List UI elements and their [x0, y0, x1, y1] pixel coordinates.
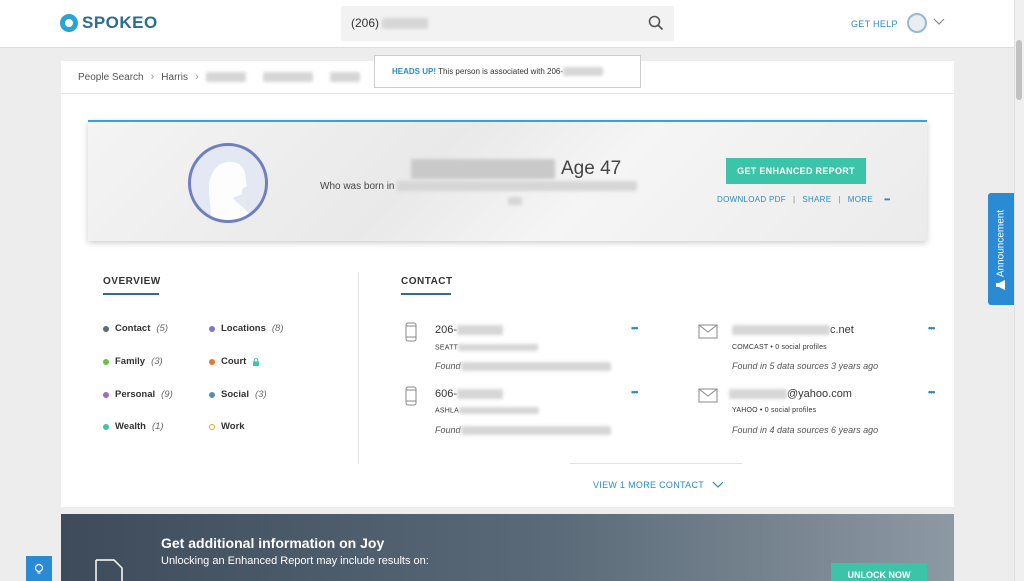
breadcrumb-redacted	[262, 72, 313, 82]
download-pdf-link[interactable]: DOWNLOAD PDF	[717, 195, 786, 204]
overview-court[interactable]: Court	[209, 356, 260, 367]
breadcrumb-redacted	[205, 72, 246, 82]
email-address: c.net	[732, 324, 854, 336]
banner-title: Get additional information on Joy	[161, 535, 385, 551]
profile-photo	[188, 143, 268, 223]
share-link[interactable]: SHARE	[802, 195, 831, 204]
view-more-contact-button[interactable]: VIEW 1 MORE CONTACT	[593, 480, 724, 490]
contact-title: CONTACT	[401, 276, 453, 287]
phone-number: 606-	[435, 388, 504, 400]
unlock-now-button[interactable]: UNLOCK NOW	[831, 563, 927, 581]
logo-icon	[60, 14, 78, 32]
overview-family[interactable]: Family (3)	[103, 356, 163, 367]
phone-location: SEATT	[435, 344, 539, 351]
contact-dot-icon	[103, 325, 109, 332]
email-icon	[698, 324, 718, 339]
more-link[interactable]: MORE	[848, 195, 873, 204]
search-icon[interactable]	[648, 15, 664, 31]
email-icon	[698, 388, 718, 403]
announcement-label: Announcement	[995, 209, 1007, 278]
lightbulb-button[interactable]	[26, 556, 52, 581]
divider	[570, 463, 742, 464]
search-value: (206)	[351, 16, 429, 30]
overview-title: OVERVIEW	[103, 276, 161, 287]
banner-subtitle: Unlocking an Enhanced Report may include…	[161, 555, 429, 567]
megaphone-icon	[996, 280, 1005, 290]
chevron-right-icon: ›	[194, 71, 199, 83]
who-born-text: Who was born in	[320, 181, 638, 207]
lock-icon	[253, 357, 260, 366]
separator: |	[838, 195, 841, 204]
overview-underline	[103, 293, 159, 295]
breadcrumb-people-search[interactable]: People Search	[78, 72, 144, 83]
announcement-tab[interactable]: Announcement	[988, 193, 1014, 305]
email-provider: COMCAST • 0 social profiles	[732, 344, 827, 351]
phone-icon	[405, 322, 417, 342]
lightbulb-icon	[34, 563, 44, 574]
overview-social[interactable]: Social (3)	[209, 389, 267, 400]
heads-up-text: This person is associated with 206-	[436, 67, 564, 76]
overview-wealth[interactable]: Wealth (1)	[103, 421, 164, 432]
more-dots-icon[interactable]: •••	[631, 387, 639, 397]
more-dots-icon[interactable]: •••	[928, 387, 936, 397]
heads-up-tooltip: HEADS UP! This person is associated with…	[374, 55, 641, 88]
court-dot-icon	[209, 358, 215, 365]
scrollbar-thumb[interactable]	[1016, 40, 1022, 100]
chevron-down-icon[interactable]	[933, 15, 945, 27]
view-more-label: VIEW 1 MORE CONTACT	[593, 480, 705, 490]
logo-text: SPOKEO	[82, 13, 158, 32]
column-divider	[358, 272, 359, 464]
breadcrumb-redacted	[329, 72, 360, 82]
profile-actions: DOWNLOAD PDF | SHARE | MORE •••	[717, 195, 890, 204]
phone-found: Found	[435, 425, 611, 436]
document-icon	[95, 559, 123, 581]
separator: |	[792, 195, 796, 204]
get-enhanced-report-button[interactable]: GET ENHANCED REPORT	[726, 158, 866, 184]
overview-personal[interactable]: Personal (9)	[103, 389, 173, 400]
email-found: Found in 5 data sources 3 years ago	[732, 361, 879, 371]
email-address: @yahoo.com	[729, 388, 852, 400]
breadcrumb: People Search › Harris ›	[78, 71, 360, 83]
person-name	[411, 159, 555, 179]
wealth-dot-icon	[103, 423, 109, 430]
overview-locations[interactable]: Locations (8)	[209, 323, 284, 334]
overview-contact[interactable]: Contact (5)	[103, 323, 168, 334]
divider	[61, 93, 954, 94]
more-dots-icon[interactable]: •••	[631, 323, 639, 333]
family-dot-icon	[103, 358, 109, 365]
work-dot-icon	[209, 423, 215, 430]
contact-underline	[401, 293, 451, 295]
phone-location: ASHLA	[435, 407, 539, 414]
chevron-down-icon	[712, 481, 724, 488]
silhouette-icon	[208, 161, 253, 220]
person-name-row: Age 47	[411, 158, 621, 180]
phone-found: Found	[435, 361, 611, 372]
person-age: Age 47	[561, 158, 622, 179]
heads-up-label: HEADS UP!	[392, 67, 437, 76]
phone-number: 206-	[435, 324, 504, 336]
chevron-right-icon: ›	[150, 71, 155, 83]
get-help-link[interactable]: GET HELP	[851, 19, 898, 29]
overview-work[interactable]: Work	[209, 421, 245, 432]
more-dots-icon[interactable]: •••	[884, 195, 890, 204]
email-found: Found in 4 data sources 6 years ago	[732, 425, 879, 435]
more-dots-icon[interactable]: •••	[928, 323, 936, 333]
spokeo-logo[interactable]: SPOKEO	[60, 13, 158, 33]
search-input[interactable]: (206)	[341, 6, 674, 41]
phone-icon	[405, 386, 417, 406]
locations-dot-icon	[209, 325, 215, 332]
email-provider: YAHOO • 0 social profiles	[732, 407, 817, 414]
breadcrumb-harris[interactable]: Harris	[161, 72, 188, 83]
social-dot-icon	[209, 391, 215, 398]
personal-dot-icon	[103, 391, 109, 398]
user-avatar[interactable]	[907, 13, 927, 33]
